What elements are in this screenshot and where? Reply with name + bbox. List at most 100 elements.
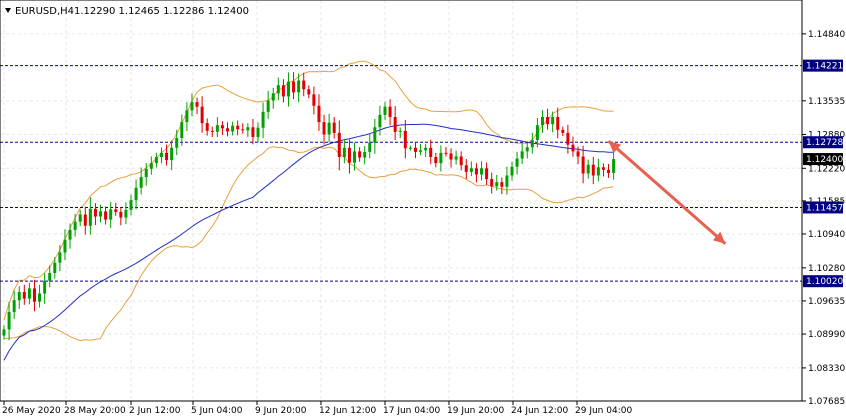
- candle[interactable]: [332, 116, 336, 139]
- candle[interactable]: [607, 163, 611, 178]
- candle[interactable]: [322, 114, 326, 145]
- candle[interactable]: [454, 150, 458, 165]
- candle[interactable]: [38, 284, 42, 308]
- candle[interactable]: [424, 143, 428, 157]
- candle[interactable]: [398, 127, 402, 138]
- candle[interactable]: [129, 194, 133, 216]
- candle[interactable]: [358, 147, 362, 162]
- horizontal-levels[interactable]: [0, 65, 802, 282]
- candle[interactable]: [434, 152, 438, 168]
- candle[interactable]: [480, 161, 484, 181]
- candle[interactable]: [195, 97, 199, 115]
- candle[interactable]: [251, 119, 255, 145]
- candle[interactable]: [22, 284, 26, 305]
- candle[interactable]: [388, 99, 392, 126]
- candle[interactable]: [474, 163, 478, 183]
- candle[interactable]: [286, 72, 290, 107]
- candle[interactable]: [403, 119, 407, 159]
- candle[interactable]: [444, 146, 448, 157]
- candle[interactable]: [490, 172, 494, 194]
- candle[interactable]: [292, 72, 296, 100]
- candle[interactable]: [73, 213, 77, 237]
- level-label-support-2[interactable]: 1.10020: [803, 275, 843, 288]
- candle[interactable]: [104, 206, 108, 225]
- candle[interactable]: [383, 101, 387, 120]
- candle[interactable]: [170, 140, 174, 171]
- candle[interactable]: [525, 142, 529, 159]
- candle[interactable]: [408, 145, 412, 151]
- candle[interactable]: [154, 152, 158, 168]
- candle[interactable]: [546, 108, 550, 130]
- candles[interactable]: [2, 72, 616, 341]
- candle[interactable]: [109, 201, 113, 229]
- candle[interactable]: [119, 206, 123, 226]
- time-axis[interactable]: 26 May 2020 28 May 20:00 2 Jun 12:00 5 Jun …: [2, 401, 632, 416]
- candle[interactable]: [601, 163, 605, 177]
- candle[interactable]: [17, 286, 21, 309]
- candle[interactable]: [505, 166, 509, 195]
- candle[interactable]: [246, 123, 250, 138]
- candle[interactable]: [459, 151, 463, 171]
- candle[interactable]: [68, 223, 72, 249]
- candle[interactable]: [2, 325, 6, 340]
- candle[interactable]: [307, 85, 311, 99]
- candle[interactable]: [566, 124, 570, 154]
- candle[interactable]: [500, 177, 504, 195]
- candle[interactable]: [180, 114, 184, 146]
- candle[interactable]: [327, 113, 331, 143]
- candle[interactable]: [429, 139, 433, 165]
- candle[interactable]: [363, 146, 367, 165]
- candle[interactable]: [449, 148, 453, 168]
- candle[interactable]: [312, 86, 316, 115]
- candle[interactable]: [540, 110, 544, 133]
- candle[interactable]: [43, 273, 47, 304]
- candle[interactable]: [469, 161, 473, 177]
- level-label-support-1[interactable]: 1.11457: [803, 201, 843, 214]
- triangle-down-icon[interactable]: [5, 8, 11, 13]
- candle[interactable]: [591, 157, 595, 185]
- candle[interactable]: [12, 290, 16, 320]
- candle[interactable]: [464, 158, 468, 180]
- candle[interactable]: [337, 120, 341, 171]
- candle[interactable]: [281, 79, 285, 103]
- candle[interactable]: [276, 77, 280, 101]
- candle[interactable]: [515, 151, 519, 175]
- candle[interactable]: [302, 72, 306, 97]
- candle[interactable]: [159, 147, 163, 164]
- level-label-resistance-1[interactable]: 1.14221: [803, 59, 843, 72]
- candle[interactable]: [88, 197, 92, 235]
- candle[interactable]: [124, 202, 128, 225]
- candle[interactable]: [271, 87, 275, 109]
- candle[interactable]: [393, 106, 397, 141]
- candle[interactable]: [612, 152, 616, 180]
- candle[interactable]: [185, 102, 189, 132]
- candle[interactable]: [581, 145, 585, 184]
- candle[interactable]: [561, 126, 565, 137]
- candle[interactable]: [83, 206, 87, 235]
- current-price-label[interactable]: 1.12400: [803, 153, 843, 166]
- candle[interactable]: [485, 162, 489, 185]
- candle[interactable]: [175, 129, 179, 156]
- candle[interactable]: [378, 105, 382, 136]
- candle[interactable]: [220, 121, 224, 136]
- candle[interactable]: [439, 145, 443, 172]
- projection-arrow[interactable]: [607, 139, 727, 245]
- candle[interactable]: [261, 102, 265, 139]
- candle[interactable]: [78, 209, 82, 227]
- candle[interactable]: [134, 179, 138, 210]
- candle[interactable]: [373, 118, 377, 154]
- candle[interactable]: [353, 142, 357, 171]
- candle[interactable]: [93, 203, 97, 225]
- candle[interactable]: [139, 167, 143, 195]
- candle[interactable]: [419, 144, 423, 156]
- candle[interactable]: [200, 96, 204, 133]
- candle[interactable]: [266, 90, 270, 119]
- candle[interactable]: [413, 142, 417, 159]
- candle[interactable]: [530, 132, 534, 154]
- level-label-resistance-2[interactable]: 1.12728: [803, 136, 843, 149]
- candlestick-chart[interactable]: 1.148401.135351.128801.122201.115851.109…: [0, 0, 846, 419]
- candle[interactable]: [149, 156, 153, 175]
- down-right-arrow-icon[interactable]: [607, 139, 727, 245]
- candle[interactable]: [535, 117, 539, 148]
- price-axis[interactable]: 1.148401.135351.128801.122201.115851.109…: [802, 30, 845, 407]
